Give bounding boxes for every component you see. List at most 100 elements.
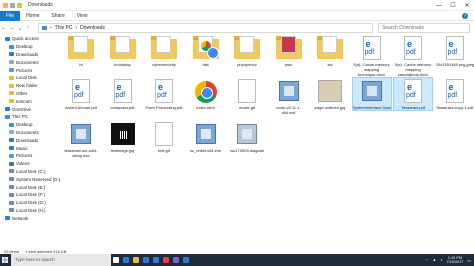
sidebar-item-label: Music (16, 145, 28, 151)
file-item[interactable]: SystemInterface.foundation.exe (351, 77, 392, 111)
file-item[interactable]: prac (270, 35, 308, 67)
sidebar-item[interactable]: This PC (0, 113, 56, 121)
back-arrow-icon[interactable]: ← (0, 23, 8, 33)
download-icon (9, 52, 14, 57)
file-item[interactable]: e pdf composer.pdf (104, 78, 142, 110)
cabinet-file-icon (232, 121, 262, 147)
sidebar-item[interactable]: New folder (0, 82, 56, 90)
edge-icon[interactable] (121, 254, 131, 266)
file-item[interactable]: e pdf 3(d). Cache memory mapping technique… (353, 35, 391, 77)
sidebar-item[interactable]: OneDrive (0, 105, 56, 113)
title-bar: Downloads — ☐ ✕ (0, 0, 474, 11)
address-bar[interactable]: › This PC › Downloads (38, 23, 373, 33)
visual-studio-icon[interactable] (171, 254, 181, 266)
file-item[interactable]: wu170509.diagcab (228, 121, 266, 153)
sidebar-item[interactable]: Desktop (0, 43, 56, 51)
new-folder-icon[interactable] (17, 2, 22, 8)
search-input[interactable]: Search Downloads (378, 23, 470, 33)
file-item[interactable]: e pdf 2041551448.png.jpeg (436, 35, 474, 67)
breadcrumb-downloads[interactable]: Downloads (80, 25, 105, 31)
sidebar-item-label: This PC (12, 114, 29, 120)
clock[interactable]: 1:19 PM 7/10/2017 (447, 256, 464, 265)
sidebar-item[interactable]: Pictures (0, 66, 56, 74)
sidebar-item[interactable]: Local Disk (0, 74, 56, 82)
file-item[interactable]: vc_redist.x64.exe (187, 121, 225, 153)
task-view-icon[interactable] (111, 254, 121, 266)
pdf-file-icon: e pdf (357, 35, 387, 61)
close-button[interactable]: ✕ (460, 0, 474, 11)
sidebar-item[interactable]: Local Disk (E:) (0, 183, 56, 191)
minimize-button[interactable]: — (432, 0, 446, 11)
file-item[interactable]: bootstrap (104, 35, 142, 67)
network-icon[interactable]: ▲ (432, 258, 436, 262)
folder-icon (66, 35, 96, 61)
sidebar-item-label: Local Disk (G:) (16, 200, 46, 206)
file-item[interactable]: bt (62, 35, 100, 67)
sidebar-item[interactable]: Videos (0, 160, 56, 168)
breadcrumb-this-pc[interactable]: This PC (55, 25, 73, 31)
tab-file[interactable]: File (0, 10, 21, 21)
sidebar-item-label: Local Disk (E:) (16, 184, 46, 190)
sidebar-item[interactable]: Downloads (0, 51, 56, 59)
sidebar-item[interactable]: Desktop (0, 121, 56, 129)
start-button[interactable] (0, 254, 10, 266)
sidebar-item[interactable]: Documents (0, 129, 56, 137)
tab-home[interactable]: Home (20, 11, 45, 21)
sidebar-item[interactable]: Downloads (0, 136, 56, 144)
sidebar-item[interactable]: Music (0, 144, 56, 152)
maximize-button[interactable]: ☐ (446, 0, 460, 11)
up-arrow-icon[interactable]: ↑ (24, 23, 32, 33)
store-icon[interactable] (141, 254, 151, 266)
file-item[interactable]: e pdf Tesseract.pdf (393, 77, 433, 111)
file-item[interactable]: dist (187, 35, 225, 67)
sidebar-item[interactable]: Other (0, 90, 56, 98)
volume-icon[interactable]: ◖ (440, 258, 442, 262)
file-item[interactable]: page-outlined.jpg (311, 78, 349, 110)
photos-icon[interactable] (181, 254, 191, 266)
documents-icon (9, 130, 14, 135)
sidebar-item[interactable]: Local Disk (F:) (0, 191, 56, 199)
sidebar-item[interactable]: System Reserved (D:) (0, 175, 60, 183)
mail-icon[interactable] (151, 254, 161, 266)
sidebar-item[interactable]: Local Disk (C:) (0, 168, 56, 176)
file-item[interactable]: e pdf Form Processing.pdf (145, 78, 183, 110)
file-item[interactable]: cybersecurity (145, 35, 183, 67)
sidebar-item[interactable]: Pictures (0, 152, 56, 160)
sidebar-item[interactable]: Quick access (0, 35, 56, 43)
file-item[interactable]: e pdf Ardeni Ahmad.pdf (62, 78, 100, 110)
file-item[interactable]: testimage.jpg (104, 121, 142, 153)
chevron-down-icon[interactable]: ⌄ (16, 23, 24, 33)
tab-share[interactable]: Share (45, 11, 70, 21)
sidebar-item[interactable]: Network (0, 214, 56, 222)
file-item[interactable]: tesseract-ocr-w64-setup.exe (62, 121, 100, 158)
file-explorer-icon[interactable] (131, 254, 141, 266)
file-item[interactable]: e pdf Tesseract-copy-1.pdf (436, 78, 474, 110)
up-chevron-icon[interactable]: ⌃ (425, 258, 428, 263)
sidebar-item[interactable]: Local Disk (G:) (0, 199, 56, 207)
file-item[interactable]: index.html (187, 78, 225, 110)
file-name: tesseract-ocr-w64-setup.exe (64, 148, 98, 158)
taskbar-search-box[interactable]: Type here to search (11, 254, 111, 266)
file-name: composer.pdf (110, 105, 135, 110)
file-name: node-v8.11.1-x64.msi (276, 105, 301, 115)
file-item[interactable]: movie.gif (228, 78, 266, 110)
pdf-file-icon: e pdf (149, 78, 179, 104)
file-icon (149, 121, 179, 147)
forward-arrow-icon[interactable]: → (8, 23, 16, 33)
action-center-icon[interactable]: ▭ (467, 258, 471, 263)
sidebar-item[interactable]: testcam (0, 97, 56, 105)
file-name: bootstrap (114, 62, 131, 67)
sidebar-item-label: Local Disk (F:) (16, 192, 46, 198)
file-item[interactable]: e pdf 3(e). Cache memory mapping calculati… (394, 35, 432, 77)
sidebar-item[interactable]: Local Disk (H:) (0, 207, 56, 215)
sidebar-item[interactable]: Documents (0, 58, 56, 66)
window-title: Downloads (28, 2, 53, 8)
file-item[interactable]: phpopencv (228, 35, 266, 67)
tab-view[interactable]: View (71, 11, 94, 21)
file-item[interactable]: sw (311, 35, 349, 67)
chrome-icon[interactable] (161, 254, 171, 266)
file-item[interactable]: test.gif (145, 121, 183, 153)
file-item[interactable]: node-v8.11.1-x64.msi (270, 78, 308, 115)
properties-icon[interactable] (10, 2, 15, 8)
help-button[interactable]: ? (462, 13, 468, 19)
